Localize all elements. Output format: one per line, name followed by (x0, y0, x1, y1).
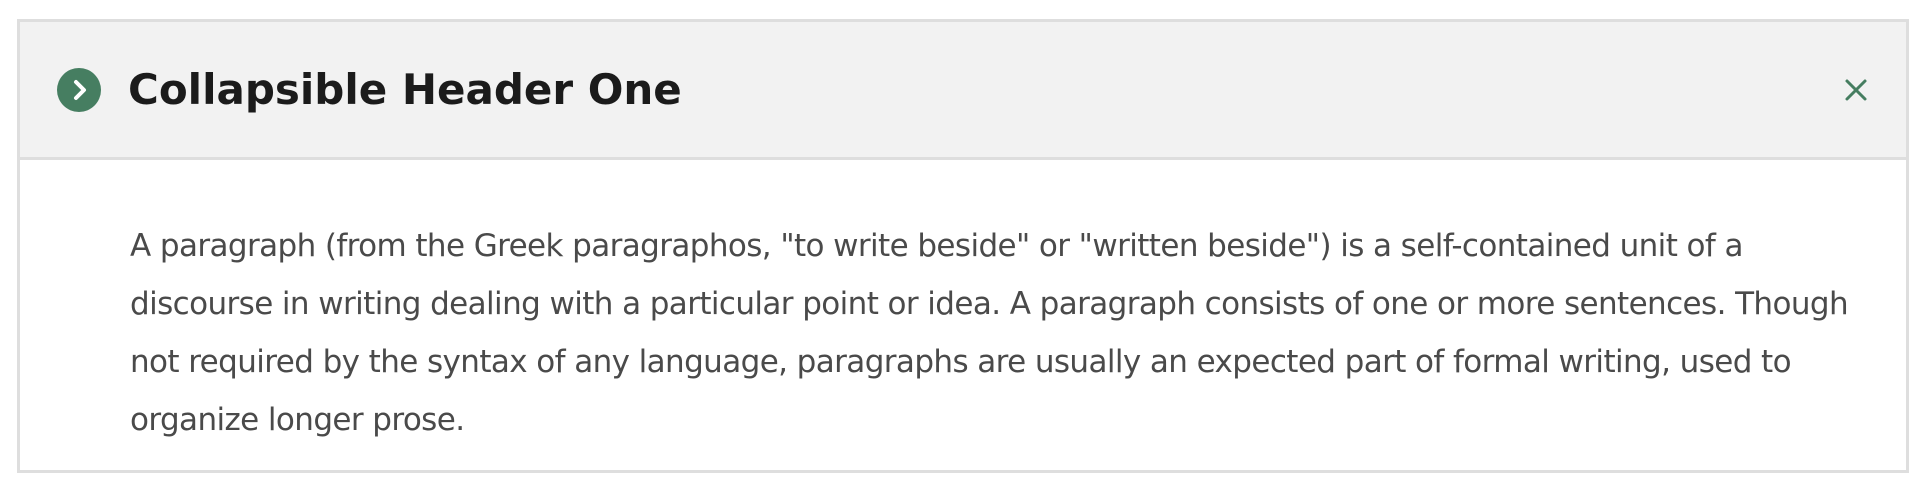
close-button[interactable] (1834, 68, 1878, 112)
collapsible-body: A paragraph (from the Greek paragraphos,… (20, 160, 1906, 473)
expand-toggle-button[interactable] (57, 68, 101, 112)
collapsible-panel: Collapsible Header One A paragraph (from… (17, 19, 1909, 473)
collapsible-header[interactable]: Collapsible Header One (20, 22, 1906, 160)
chevron-right-icon (74, 80, 86, 100)
close-icon (1845, 79, 1867, 101)
collapsible-body-text: A paragraph (from the Greek paragraphos,… (130, 228, 1849, 438)
collapsible-title: Collapsible Header One (128, 65, 682, 114)
